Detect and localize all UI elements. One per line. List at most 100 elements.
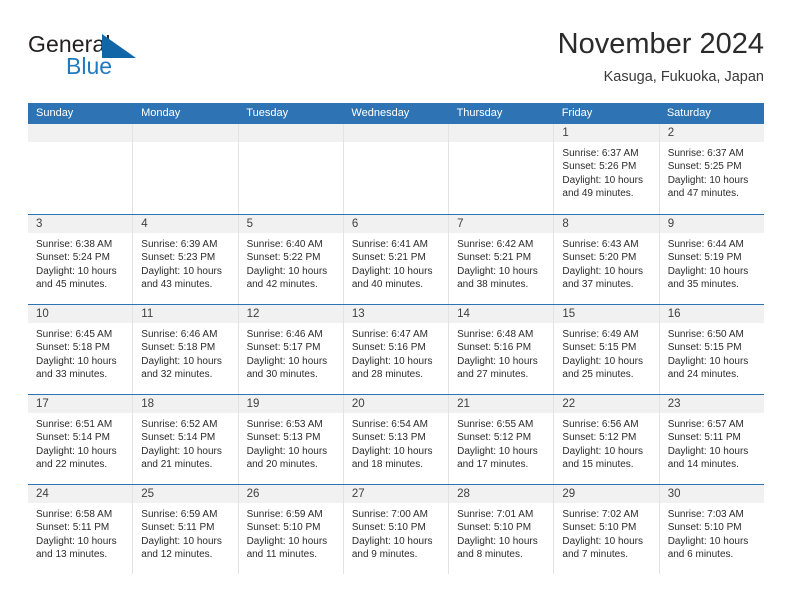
day-cell[interactable]: 11 Sunrise: 6:46 AM Sunset: 5:18 PM Dayligh… bbox=[132, 305, 238, 394]
day-cell[interactable]: 8 Sunrise: 6:43 AM Sunset: 5:20 PM Daylight… bbox=[553, 215, 659, 304]
day-number: 24 bbox=[28, 485, 133, 503]
sunset-text: Sunset: 5:12 PM bbox=[457, 432, 532, 444]
sunrise-text: Sunrise: 6:41 AM bbox=[351, 239, 428, 250]
day-cell[interactable]: 26 Sunrise: 6:59 AM Sunset: 5:10 PM Dayligh… bbox=[237, 485, 343, 574]
sunrise-text: Sunrise: 6:42 AM bbox=[457, 239, 534, 250]
sunset-text: Sunset: 5:23 PM bbox=[141, 252, 216, 264]
day-number: 20 bbox=[343, 395, 449, 413]
day-number bbox=[28, 124, 133, 142]
day-cell[interactable]: 18 Sunrise: 6:52 AM Sunset: 5:14 PM Dayligh… bbox=[132, 395, 238, 484]
day-cell[interactable]: 25 Sunrise: 6:59 AM Sunset: 5:11 PM Dayligh… bbox=[132, 485, 238, 574]
sunset-text: Sunset: 5:19 PM bbox=[667, 252, 742, 264]
day-number: 29 bbox=[554, 485, 659, 503]
day-cell[interactable]: 7 Sunrise: 6:42 AM Sunset: 5:21 PM Daylight… bbox=[448, 215, 554, 304]
day-info: Sunrise: 6:50 AM Sunset: 5:15 PM Daylight:… bbox=[660, 323, 764, 382]
sunset-text: Sunset: 5:11 PM bbox=[141, 522, 215, 534]
day-cell[interactable]: 30 Sunrise: 7:03 AM Sunset: 5:10 PM Dayligh… bbox=[658, 485, 764, 574]
day-cell[interactable]: 27 Sunrise: 7:00 AM Sunset: 5:10 PM Dayligh… bbox=[342, 485, 449, 574]
daylight-text: Daylight: 10 hours and 28 minutes. bbox=[351, 355, 433, 381]
daylight-text: Daylight: 10 hours and 20 minutes. bbox=[246, 445, 328, 471]
sunset-text: Sunset: 5:18 PM bbox=[141, 342, 216, 354]
week-row: 1 Sunrise: 6:37 AM Sunset: 5:26 PM Daylight… bbox=[28, 124, 764, 214]
daylight-text: Daylight: 10 hours and 7 minutes. bbox=[562, 535, 644, 561]
day-number: 16 bbox=[659, 305, 764, 323]
day-cell[interactable]: 12 Sunrise: 6:46 AM Sunset: 5:17 PM Dayligh… bbox=[237, 305, 343, 394]
sunset-text: Sunset: 5:10 PM bbox=[351, 522, 426, 534]
day-cell[interactable]: 20 Sunrise: 6:54 AM Sunset: 5:13 PM Dayligh… bbox=[342, 395, 449, 484]
day-info: Sunrise: 7:01 AM Sunset: 5:10 PM Daylight:… bbox=[449, 503, 553, 562]
week-row: 3 Sunrise: 6:38 AM Sunset: 5:24 PM Daylight… bbox=[28, 214, 764, 304]
day-cell[interactable]: 28 Sunrise: 7:01 AM Sunset: 5:10 PM Dayligh… bbox=[448, 485, 554, 574]
daylight-text: Daylight: 10 hours and 45 minutes. bbox=[36, 265, 117, 291]
brand-logo[interactable]: General Blue bbox=[28, 32, 228, 88]
day-number bbox=[449, 124, 554, 142]
sunrise-text: Sunrise: 6:46 AM bbox=[246, 329, 323, 340]
sunrise-text: Sunrise: 6:40 AM bbox=[246, 239, 323, 250]
day-cell[interactable]: 24 Sunrise: 6:58 AM Sunset: 5:11 PM Dayligh… bbox=[28, 485, 133, 574]
day-number: 11 bbox=[133, 305, 238, 323]
calendar-page: General Blue November 2024 Kasuga, Fukuo… bbox=[0, 0, 792, 612]
daylight-text: Daylight: 10 hours and 11 minutes. bbox=[246, 535, 328, 561]
sunset-text: Sunset: 5:10 PM bbox=[246, 522, 321, 534]
day-cell[interactable]: 1 Sunrise: 6:37 AM Sunset: 5:26 PM Daylight… bbox=[553, 124, 659, 214]
daylight-text: Daylight: 10 hours and 27 minutes. bbox=[457, 355, 538, 381]
day-cell[interactable]: 16 Sunrise: 6:50 AM Sunset: 5:15 PM Dayligh… bbox=[658, 305, 764, 394]
brand-name-blue: Blue bbox=[66, 53, 113, 79]
day-info: Sunrise: 7:00 AM Sunset: 5:10 PM Daylight:… bbox=[344, 503, 448, 562]
sunrise-text: Sunrise: 6:58 AM bbox=[36, 509, 113, 520]
day-cell[interactable]: 21 Sunrise: 6:55 AM Sunset: 5:12 PM Dayligh… bbox=[448, 395, 554, 484]
day-cell-empty bbox=[237, 124, 343, 214]
page-title: November 2024 bbox=[557, 28, 764, 60]
day-cell[interactable]: 9 Sunrise: 6:44 AM Sunset: 5:19 PM Daylight… bbox=[658, 215, 764, 304]
daylight-text: Daylight: 10 hours and 33 minutes. bbox=[36, 355, 117, 381]
day-cell[interactable]: 23 Sunrise: 6:57 AM Sunset: 5:11 PM Dayligh… bbox=[658, 395, 764, 484]
day-number: 30 bbox=[659, 485, 764, 503]
day-cell[interactable]: 4 Sunrise: 6:39 AM Sunset: 5:23 PM Daylight… bbox=[132, 215, 238, 304]
day-cell[interactable]: 3 Sunrise: 6:38 AM Sunset: 5:24 PM Daylight… bbox=[28, 215, 133, 304]
daylight-text: Daylight: 10 hours and 42 minutes. bbox=[246, 265, 328, 291]
day-cell[interactable]: 10 Sunrise: 6:45 AM Sunset: 5:18 PM Dayligh… bbox=[28, 305, 133, 394]
day-cell[interactable]: 29 Sunrise: 7:02 AM Sunset: 5:10 PM Dayligh… bbox=[553, 485, 659, 574]
day-number: 28 bbox=[449, 485, 554, 503]
day-cell[interactable]: 14 Sunrise: 6:48 AM Sunset: 5:16 PM Dayligh… bbox=[448, 305, 554, 394]
day-info: Sunrise: 6:57 AM Sunset: 5:11 PM Daylight:… bbox=[660, 413, 764, 472]
sunset-text: Sunset: 5:10 PM bbox=[562, 522, 637, 534]
day-cell[interactable]: 15 Sunrise: 6:49 AM Sunset: 5:15 PM Dayligh… bbox=[553, 305, 659, 394]
day-info: Sunrise: 6:55 AM Sunset: 5:12 PM Daylight:… bbox=[449, 413, 553, 472]
day-info: Sunrise: 6:46 AM Sunset: 5:17 PM Daylight:… bbox=[239, 323, 343, 382]
sunset-text: Sunset: 5:17 PM bbox=[246, 342, 321, 354]
weekday-header-saturday: Saturday bbox=[666, 107, 711, 119]
daylight-text: Daylight: 10 hours and 43 minutes. bbox=[141, 265, 222, 291]
sunrise-text: Sunrise: 6:45 AM bbox=[36, 329, 113, 340]
day-cell[interactable]: 6 Sunrise: 6:41 AM Sunset: 5:21 PM Daylight… bbox=[342, 215, 449, 304]
sunrise-text: Sunrise: 6:46 AM bbox=[141, 329, 218, 340]
day-cell[interactable]: 19 Sunrise: 6:53 AM Sunset: 5:13 PM Dayligh… bbox=[237, 395, 343, 484]
daylight-text: Daylight: 10 hours and 40 minutes. bbox=[351, 265, 433, 291]
sunset-text: Sunset: 5:15 PM bbox=[667, 342, 742, 354]
day-cell[interactable]: 22 Sunrise: 6:56 AM Sunset: 5:12 PM Dayligh… bbox=[553, 395, 659, 484]
day-info: Sunrise: 6:58 AM Sunset: 5:11 PM Daylight:… bbox=[28, 503, 132, 562]
day-cell-empty bbox=[132, 124, 238, 214]
day-number: 5 bbox=[238, 215, 343, 233]
sunrise-text: Sunrise: 6:38 AM bbox=[36, 239, 113, 250]
daylight-text: Daylight: 10 hours and 13 minutes. bbox=[36, 535, 117, 561]
day-cell[interactable]: 5 Sunrise: 6:40 AM Sunset: 5:22 PM Daylight… bbox=[237, 215, 343, 304]
day-number: 15 bbox=[554, 305, 659, 323]
daylight-text: Daylight: 10 hours and 18 minutes. bbox=[351, 445, 433, 471]
day-number bbox=[133, 124, 238, 142]
sunset-text: Sunset: 5:14 PM bbox=[36, 432, 110, 444]
day-info: Sunrise: 6:39 AM Sunset: 5:23 PM Daylight:… bbox=[133, 233, 237, 292]
daylight-text: Daylight: 10 hours and 12 minutes. bbox=[141, 535, 222, 561]
day-info: Sunrise: 6:37 AM Sunset: 5:25 PM Daylight:… bbox=[660, 142, 764, 201]
day-number: 6 bbox=[343, 215, 449, 233]
sunrise-text: Sunrise: 6:39 AM bbox=[141, 239, 218, 250]
day-cell[interactable]: 2 Sunrise: 6:37 AM Sunset: 5:25 PM Daylight… bbox=[658, 124, 764, 214]
sunset-text: Sunset: 5:14 PM bbox=[141, 432, 216, 444]
sunset-text: Sunset: 5:24 PM bbox=[36, 252, 110, 264]
daylight-text: Daylight: 10 hours and 35 minutes. bbox=[667, 265, 749, 291]
day-info: Sunrise: 6:48 AM Sunset: 5:16 PM Daylight:… bbox=[449, 323, 553, 382]
day-cell[interactable]: 17 Sunrise: 6:51 AM Sunset: 5:14 PM Dayligh… bbox=[28, 395, 133, 484]
day-cell[interactable]: 13 Sunrise: 6:47 AM Sunset: 5:16 PM Dayligh… bbox=[342, 305, 449, 394]
sunrise-text: Sunrise: 7:01 AM bbox=[457, 509, 534, 520]
sunrise-text: Sunrise: 6:56 AM bbox=[562, 419, 639, 430]
